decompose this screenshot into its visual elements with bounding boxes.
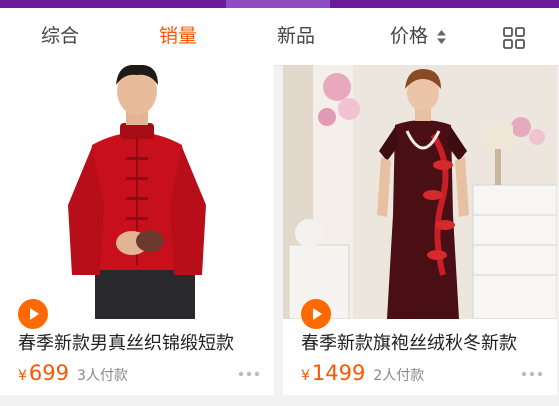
top-accent-bar <box>0 0 559 8</box>
product-title[interactable]: 春季新款旗袍丝绒秋冬新款 <box>301 329 551 359</box>
product-price: 699 <box>28 361 70 385</box>
video-play-button[interactable] <box>301 299 331 329</box>
top-bar-indicator <box>226 0 330 8</box>
product-image[interactable] <box>0 65 274 319</box>
tab-new[interactable]: 新品 <box>277 8 315 65</box>
more-dots-icon[interactable] <box>238 371 260 377</box>
play-icon <box>313 308 322 320</box>
currency-symbol: ¥ <box>301 368 310 384</box>
sort-bar: 综合 销量 新品 价格 <box>0 8 559 66</box>
sold-count: 2人付款 <box>373 368 425 384</box>
video-play-button[interactable] <box>18 299 48 329</box>
sold-count: 3人付款 <box>77 368 128 384</box>
play-icon <box>30 308 39 320</box>
product-card[interactable]: 春季新款男真丝织锦缎短款 ¥699 3人付款 <box>0 65 274 395</box>
tab-sales[interactable]: 销量 <box>159 8 197 65</box>
product-title[interactable]: 春季新款男真丝织锦缎短款 <box>18 329 268 359</box>
tab-price[interactable]: 价格 <box>390 8 428 65</box>
currency-symbol: ¥ <box>18 368 27 384</box>
grid-view-icon[interactable] <box>503 27 525 49</box>
up-down-arrows-icon[interactable] <box>437 30 446 44</box>
price-row: ¥1499 2人付款 <box>301 361 424 387</box>
product-image[interactable] <box>283 65 557 319</box>
product-price: 1499 <box>311 361 366 385</box>
bottom-spacer <box>0 395 559 406</box>
product-card[interactable]: 春季新款旗袍丝绒秋冬新款 ¥1499 2人付款 <box>283 65 557 395</box>
price-row: ¥699 3人付款 <box>18 361 128 387</box>
more-dots-icon[interactable] <box>521 371 543 377</box>
tab-comprehensive[interactable]: 综合 <box>41 8 79 65</box>
